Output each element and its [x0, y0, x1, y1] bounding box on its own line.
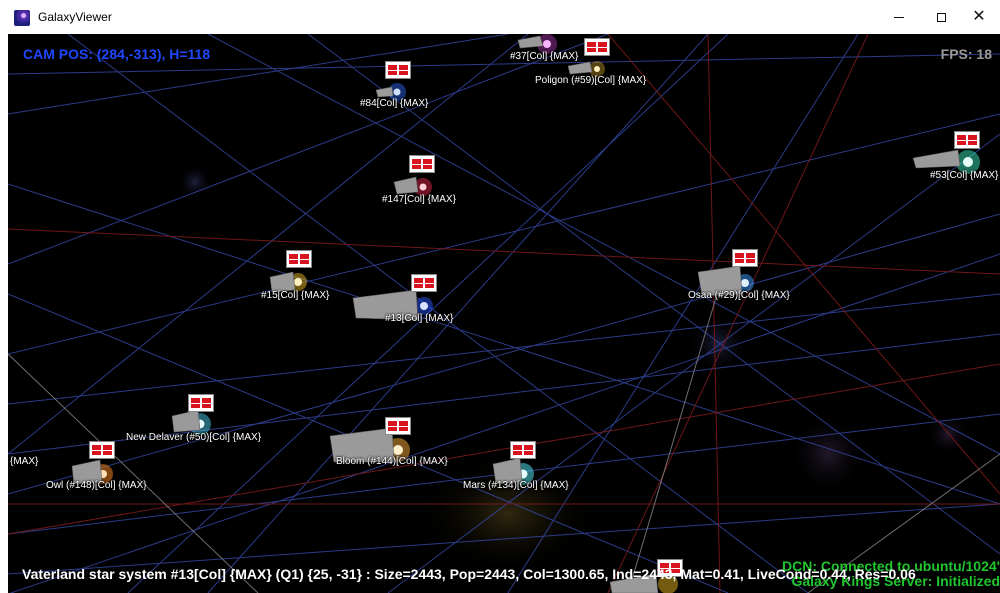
flag-icon[interactable] [188, 394, 214, 412]
star-label[interactable]: Mars (#134)[Col] {MAX} [463, 480, 569, 491]
flag-icon[interactable] [89, 441, 115, 459]
star-label[interactable]: Owl (#148)[Col] {MAX} [46, 480, 147, 491]
flag-icon[interactable] [409, 155, 435, 173]
flag-icon[interactable] [385, 61, 411, 79]
star-label[interactable]: #15[Col] {MAX} [261, 290, 329, 301]
flag-icon[interactable] [732, 249, 758, 267]
star-label[interactable]: #37[Col] {MAX} [510, 51, 578, 62]
window-title: GalaxyViewer [38, 10, 112, 24]
flag-icon[interactable] [411, 274, 437, 292]
close-button[interactable]: ✕ [956, 0, 1000, 34]
star-label[interactable]: Bloom (#144)[Col] {MAX} [336, 456, 448, 467]
star-label[interactable]: {MAX} [10, 456, 38, 467]
fps-counter: FPS: 18 [940, 46, 992, 62]
flag-icon[interactable] [385, 417, 411, 435]
selected-system-info: Vaterland star system #13[Col] {MAX} (Q1… [22, 566, 916, 582]
camera-position-readout: CAM POS: (284,-313), H=118 [23, 46, 211, 62]
star-label[interactable]: #84[Col] {MAX} [360, 98, 428, 109]
galaxy-app-icon [14, 10, 30, 26]
star-label[interactable]: New Delaver (#50)[Col] {MAX} [126, 432, 261, 443]
star-label[interactable]: #13[Col] {MAX} [385, 313, 453, 324]
nebula-cloud [788, 414, 868, 494]
galaxy-viewer-window: GalaxyViewer ✕ #37[Col] {MAX} Poligon (#… [0, 0, 1000, 593]
star-label[interactable]: Osaa (#29)[Col] {MAX} [688, 290, 790, 301]
flag-icon[interactable] [584, 38, 610, 56]
star-label[interactable]: Poligon (#59)[Col] {MAX} [535, 75, 646, 86]
star-label[interactable]: #147[Col] {MAX} [382, 194, 456, 205]
flag-icon[interactable] [286, 250, 312, 268]
nebula-cloud [177, 164, 213, 200]
minimize-button[interactable] [876, 0, 922, 34]
maximize-icon [936, 12, 946, 22]
flag-icon[interactable] [954, 131, 980, 149]
close-icon: ✕ [972, 8, 986, 25]
space-background [8, 34, 1000, 593]
minimize-icon [894, 16, 904, 18]
title-bar[interactable]: GalaxyViewer ✕ [0, 0, 1000, 34]
star-label[interactable]: #53[Col] {MAX} [930, 170, 998, 181]
flag-icon[interactable] [510, 441, 536, 459]
galaxy-viewport[interactable]: #37[Col] {MAX} Poligon (#59)[Col] {MAX} … [8, 34, 1000, 593]
